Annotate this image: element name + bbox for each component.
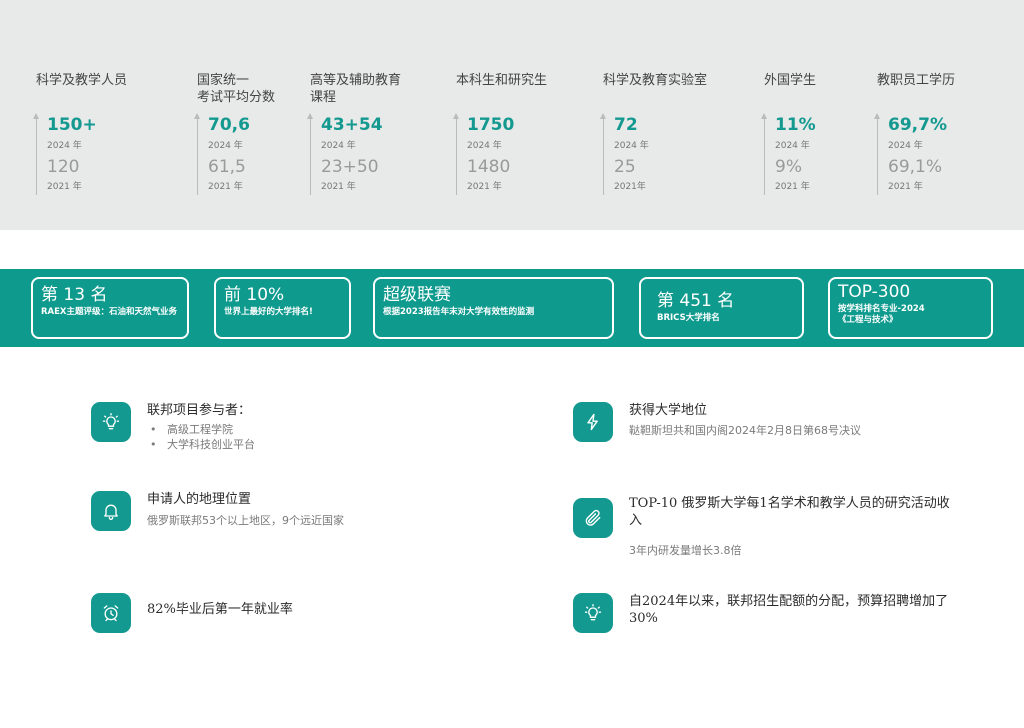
stat-exam-score: 国家统一 考试平均分数 70,6 2024 年 61,5 2021 年 xyxy=(194,72,297,195)
ranking-card-top300: TOP-300 按学科排名专业-2024 《工程与技术》 xyxy=(828,277,993,339)
stat-value-2024: 43+54 xyxy=(321,115,383,135)
stat-title: 本科生和研究生 xyxy=(456,73,548,88)
stat-year-2024: 2024 年 xyxy=(321,141,356,151)
fact-title: 申请人的地理位置 xyxy=(147,492,252,507)
bell-icon xyxy=(91,491,131,531)
stat-year-2021: 2021 年 xyxy=(467,182,502,192)
fact-title: 联邦项目参与者： xyxy=(147,403,252,418)
stat-values: 150+ 2024 年 120 2021 年 xyxy=(32,113,127,195)
stat-value-2024: 69,7% xyxy=(888,115,947,135)
stat-value-2021: 120 xyxy=(47,157,80,177)
stat-year-2021: 2021年 xyxy=(614,182,646,192)
stat-title: 国家统一 考试平均分数 xyxy=(197,73,276,105)
stats-section: 科学及教学人员 150+ 2024 年 120 2021 年 国家统一 考试平均… xyxy=(0,0,1024,230)
ranking-value: 前 10% xyxy=(224,285,285,305)
stat-values: 1750 2024 年 1480 2021 年 xyxy=(452,113,547,195)
ranking-caption: 世界上最好的大学排名! xyxy=(224,307,313,317)
stat-staff: 科学及教学人员 150+ 2024 年 120 2021 年 xyxy=(32,72,128,195)
stat-title: 教职员工学历 xyxy=(877,73,956,88)
stat-value-2021: 9% xyxy=(775,157,802,177)
stat-year-2021: 2021 年 xyxy=(888,182,923,192)
rankings-band: 第 13 名 RAEX主题评级：石油和天然气业务 前 10% 世界上最好的大学排… xyxy=(0,269,1024,347)
stat-year-2024: 2024 年 xyxy=(208,141,243,151)
stat-values: 72 2024 年 25 2021年 xyxy=(599,113,707,195)
list-item: 大学科技创业平台 xyxy=(147,437,255,452)
fact-subtitle: 俄罗斯联邦53个以上地区，9个远近国家 xyxy=(147,514,344,527)
ranking-caption: 根据2023报告年末对大学有效性的监测 xyxy=(383,307,535,317)
stat-value-2024: 150+ xyxy=(47,115,97,135)
stat-year-2021: 2021 年 xyxy=(208,182,243,192)
stat-title: 科学及教育实验室 xyxy=(603,73,708,88)
stat-year-2024: 2024 年 xyxy=(47,141,82,151)
ranking-value: 超级联赛 xyxy=(383,285,451,305)
fact-title: TOP-10 俄罗斯大学每1名学术和教学人员的研究活动收入 xyxy=(629,496,950,528)
stat-value-2024: 72 xyxy=(614,115,638,135)
alarm-clock-icon xyxy=(91,593,131,633)
stat-value-2024: 11% xyxy=(775,115,816,135)
fact-title: 自2024年以来，联邦招生配额的分配，预算招聘增加了30% xyxy=(629,594,949,626)
fact-title: 获得大学地位 xyxy=(629,403,708,418)
ranking-caption: 按学科排名专业-2024 《工程与技术》 xyxy=(838,304,925,325)
stat-value-2021: 1480 xyxy=(467,157,511,177)
lightning-icon xyxy=(573,402,613,442)
ranking-value: TOP-300 xyxy=(838,282,911,302)
stat-title: 外国学生 xyxy=(764,73,817,88)
ranking-value: 第 451 名 xyxy=(657,291,735,311)
stat-year-2021: 2021 年 xyxy=(775,182,810,192)
ranking-value: 第 13 名 xyxy=(41,285,108,305)
fact-subtitle: 3年内研发量增长3.8倍 xyxy=(629,544,742,557)
stat-value-2021: 25 xyxy=(614,157,636,177)
stat-title: 科学及教学人员 xyxy=(36,73,128,88)
stat-value-2024: 1750 xyxy=(467,115,515,135)
stat-year-2021: 2021 年 xyxy=(47,182,82,192)
lightbulb-icon xyxy=(91,402,131,442)
stat-students: 本科生和研究生 1750 2024 年 1480 2021 年 xyxy=(452,72,548,195)
stat-year-2024: 2024 年 xyxy=(775,141,810,151)
ranking-card-superleague: 超级联赛 根据2023报告年末对大学有效性的监测 xyxy=(373,277,614,339)
stat-values: 70,6 2024 年 61,5 2021 年 xyxy=(194,113,297,195)
lightbulb-icon xyxy=(573,593,613,633)
stat-year-2024: 2024 年 xyxy=(614,141,649,151)
ranking-card-world: 前 10% 世界上最好的大学排名! xyxy=(214,277,351,339)
stat-labs: 科学及教育实验室 72 2024 年 25 2021年 xyxy=(599,72,708,195)
paperclip-icon xyxy=(573,498,613,538)
stat-values: 43+54 2024 年 23+50 2021 年 xyxy=(307,113,420,195)
fact-subtitle: 鞑靼斯坦共和国内阁2024年2月8日第68号决议 xyxy=(629,424,861,437)
list-item: 高级工程学院 xyxy=(147,422,255,437)
ranking-card-raex: 第 13 名 RAEX主题评级：石油和天然气业务 xyxy=(31,277,189,339)
stat-year-2024: 2024 年 xyxy=(467,141,502,151)
stat-value-2021: 23+50 xyxy=(321,157,379,177)
stat-values: 69,7% 2024 年 69,1% 2021 年 xyxy=(873,113,955,195)
stat-value-2024: 70,6 xyxy=(208,115,250,135)
stat-title: 高等及辅助教育 课程 xyxy=(310,73,402,105)
ranking-caption: RAEX主题评级：石油和天然气业务 xyxy=(41,307,177,317)
stat-year-2024: 2024 年 xyxy=(888,141,923,151)
stat-year-2021: 2021 年 xyxy=(321,182,356,192)
stat-staff-degree: 教职员工学历 69,7% 2024 年 69,1% 2021 年 xyxy=(873,72,956,195)
fact-list: 高级工程学院 大学科技创业平台 xyxy=(147,422,255,452)
stat-programs: 高等及辅助教育 课程 43+54 2024 年 23+50 2021 年 xyxy=(307,72,420,195)
stat-values: 11% 2024 年 9% 2021 年 xyxy=(760,113,816,195)
stat-foreign-students: 外国学生 11% 2024 年 9% 2021 年 xyxy=(760,72,817,195)
stat-value-2021: 61,5 xyxy=(208,157,246,177)
ranking-card-brics: 第 451 名 BRICS大学排名 xyxy=(639,277,804,339)
fact-title: 82%毕业后第一年就业率 xyxy=(147,602,293,617)
stat-value-2021: 69,1% xyxy=(888,157,943,177)
ranking-caption: BRICS大学排名 xyxy=(657,313,720,323)
